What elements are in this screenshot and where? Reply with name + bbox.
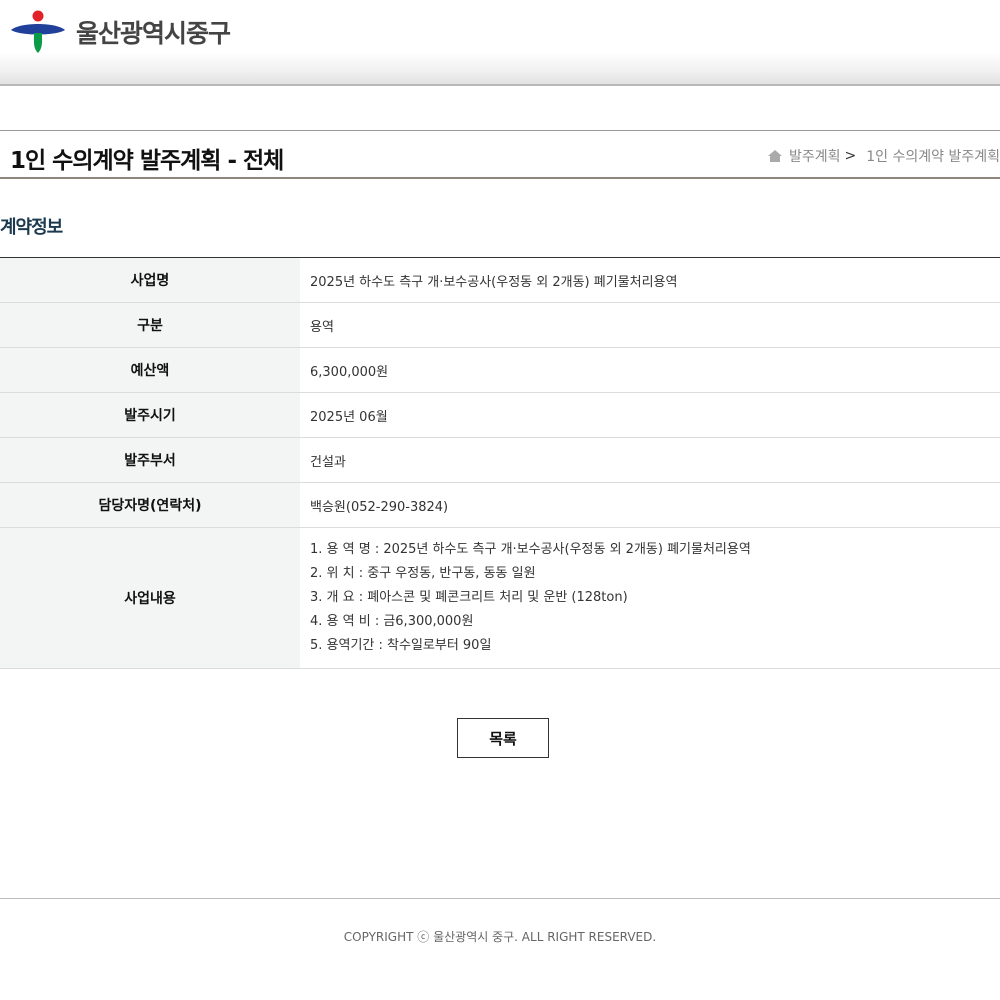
table-row-project-name: 사업명 2025년 하수도 측구 개·보수공사(우정동 외 2개동) 폐기물처리… — [0, 258, 1000, 303]
content-line: 4. 용 역 비 : 금6,300,000원 — [310, 614, 474, 629]
list-button[interactable]: 목록 — [457, 718, 549, 758]
table-row-project-content: 사업내용 1. 용 역 명 : 2025년 하수도 측구 개·보수공사(우정동 … — [0, 528, 1000, 669]
site-footer: COPYRIGHT ⓒ 울산광역시 중구. ALL RIGHT RESERVED… — [0, 898, 1000, 1000]
breadcrumb-separator: > — [844, 148, 857, 164]
project-content-list: 1. 용 역 명 : 2025년 하수도 측구 개·보수공사(우정동 외 2개동… — [300, 528, 1000, 668]
row-label: 사업명 — [0, 258, 300, 302]
breadcrumb: 발주계획 > 1인 수의계약 발주계획 — [767, 146, 1000, 166]
content-line: 5. 용역기간 : 착수일로부터 90일 — [310, 638, 492, 653]
row-label: 발주부서 — [0, 438, 300, 482]
breadcrumb-item-current[interactable]: 1인 수의계약 발주계획 — [866, 146, 1000, 166]
copyright-text: COPYRIGHT ⓒ 울산광역시 중구. ALL RIGHT RESERVED… — [343, 930, 657, 944]
row-value: 6,300,000원 — [310, 364, 389, 380]
junggu-logo-icon[interactable] — [10, 10, 66, 54]
section-title-contract-info: 계약정보 — [0, 217, 63, 238]
table-row-budget: 예산액 6,300,000원 — [0, 348, 1000, 393]
table-row-order-period: 발주시기 2025년 06월 — [0, 393, 1000, 438]
table-row-department: 발주부서 건설과 — [0, 438, 1000, 483]
home-icon[interactable] — [767, 149, 783, 163]
contract-info-table: 사업명 2025년 하수도 측구 개·보수공사(우정동 외 2개동) 폐기물처리… — [0, 257, 1000, 669]
table-row-category: 구분 용역 — [0, 303, 1000, 348]
row-value: 2025년 06월 — [310, 409, 388, 425]
page-title: 1인 수의계약 발주계획 - 전체 — [10, 148, 284, 174]
row-label: 구분 — [0, 303, 300, 347]
page-titlebar: 1인 수의계약 발주계획 - 전체 발주계획 > 1인 수의계약 발주계획 — [0, 130, 1000, 179]
row-value: 2025년 하수도 측구 개·보수공사(우정동 외 2개동) 폐기물처리용역 — [310, 274, 678, 290]
row-label: 발주시기 — [0, 393, 300, 437]
row-value: 백승원(052-290-3824) — [310, 499, 449, 515]
site-logo-text[interactable]: 울산광역시중구 — [76, 14, 231, 50]
row-label: 사업내용 — [0, 528, 300, 668]
content-line: 1. 용 역 명 : 2025년 하수도 측구 개·보수공사(우정동 외 2개동… — [310, 542, 751, 557]
row-label: 예산액 — [0, 348, 300, 392]
row-value: 건설과 — [310, 454, 346, 470]
content-line: 2. 위 치 : 중구 우정동, 반구동, 동동 일원 — [310, 566, 536, 581]
row-value: 용역 — [310, 319, 334, 335]
table-row-contact: 담당자명(연락처) 백승원(052-290-3824) — [0, 483, 1000, 528]
content-line: 3. 개 요 : 폐아스콘 및 폐콘크리트 처리 및 운반 (128ton) — [310, 590, 628, 605]
breadcrumb-item-order-plan[interactable]: 발주계획 — [789, 146, 841, 166]
site-header: 울산광역시중구 — [0, 0, 1000, 86]
row-label: 담당자명(연락처) — [0, 483, 300, 527]
